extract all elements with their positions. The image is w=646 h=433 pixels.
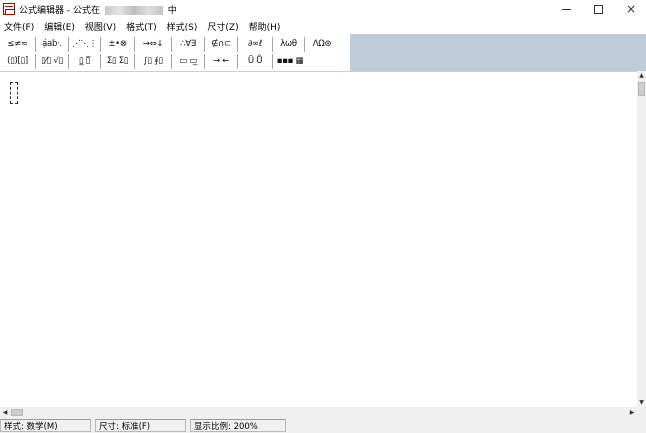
horizontal-scroll-thumb[interactable] — [11, 409, 23, 416]
vertical-scrollbar[interactable]: ▲ ▼ — [637, 71, 646, 407]
close-icon: × — [625, 2, 637, 16]
arrow-symbols-button[interactable]: →⇔↓ — [137, 37, 169, 52]
maximize-button[interactable] — [583, 0, 613, 18]
status-style: 样式: 数学(M) — [0, 419, 91, 432]
toolbar-separator — [204, 36, 205, 52]
status-zoom: 显示比例: 200% — [190, 419, 286, 432]
relational-symbols-button[interactable]: ≤≠≈ — [2, 37, 33, 52]
equation-editing-area[interactable] — [0, 71, 637, 407]
miscellaneous-symbols-button[interactable]: ∂∞ℓ — [240, 37, 270, 52]
status-size: 尺寸: 标准(F) — [95, 419, 186, 432]
toolbar-separator — [100, 53, 101, 69]
toolbar-separator — [272, 36, 273, 52]
fence-templates-button[interactable]: (▯)[▯] — [2, 54, 33, 69]
menu-view[interactable]: 视图(V) — [81, 20, 122, 33]
menu-format[interactable]: 格式(T) — [122, 20, 163, 33]
fraction-radical-templates-button[interactable]: ▯⁄▯ √▯ — [38, 54, 66, 69]
toolbar-separator — [134, 53, 135, 69]
window-title-suffix: 中 — [167, 5, 177, 16]
set-theory-symbols-button[interactable]: ∉∩⊂ — [207, 37, 235, 52]
menu-style[interactable]: 样式(S) — [163, 20, 204, 33]
toolbar-separator — [204, 53, 205, 69]
logical-symbols-button[interactable]: ∴∀∃ — [174, 37, 202, 52]
window-title-prefix: 公式编辑器 - 公式在 — [19, 5, 100, 16]
integral-templates-button[interactable]: ∫▯ ∮▯ — [137, 54, 169, 69]
toolbar-separator — [237, 36, 238, 52]
horizontal-scrollbar[interactable]: ◀ ▶ — [0, 407, 637, 418]
symbol-toolbar: ≤≠≈ ạ̇ab·. ⋰⋱⋮ ±•⊗ →⇔↓ ∴∀∃ ∉∩⊂ ∂∞ℓ λωθ Λ… — [0, 34, 646, 71]
menu-edit[interactable]: 编辑(E) — [40, 20, 81, 33]
products-set-theory-templates-button[interactable]: Ū Ů — [240, 54, 270, 69]
toolbar-separator — [35, 53, 36, 69]
toolbar-separator — [35, 36, 36, 52]
redacted-document-name — [104, 5, 163, 15]
summation-templates-button[interactable]: Σ▯ Σ▯ — [103, 54, 132, 69]
underbar-overbar-templates-button[interactable]: ▭ ▭̲ — [174, 54, 202, 69]
labeled-arrow-templates-button[interactable]: → ← — [207, 54, 235, 69]
symbol-palette-row: ≤≠≈ ạ̇ab·. ⋰⋱⋮ ±•⊗ →⇔↓ ∴∀∃ ∉∩⊂ ∂∞ℓ λωθ Λ… — [2, 36, 337, 52]
toolbar-separator — [68, 53, 69, 69]
subscript-superscript-templates-button[interactable]: ▯̲ ▯̅ — [71, 54, 98, 69]
scroll-down-arrow-icon[interactable]: ▼ — [637, 398, 646, 407]
menu-bar: 文件(F) 编辑(E) 视图(V) 格式(T) 样式(S) 尺寸(Z) 帮助(H… — [0, 18, 646, 34]
maximize-icon — [593, 4, 603, 14]
toolbar-separator — [134, 36, 135, 52]
minimize-icon — [561, 8, 571, 10]
scroll-right-arrow-icon[interactable]: ▶ — [627, 407, 637, 418]
title-bar: 公式编辑器 - 公式在 中 × — [0, 0, 646, 18]
scroll-left-arrow-icon[interactable]: ◀ — [0, 407, 10, 418]
matrix-templates-button[interactable]: ▪▪▪ ▦ — [275, 54, 305, 69]
equation-editor-app-icon — [3, 3, 15, 15]
status-bar: 样式: 数学(M) 尺寸: 标准(F) 显示比例: 200% — [0, 418, 646, 433]
menu-help[interactable]: 帮助(H) — [245, 20, 287, 33]
toolbar-separator — [272, 53, 273, 69]
greek-uppercase-button[interactable]: ΛΩ⊛ — [307, 37, 337, 52]
empty-equation-slot[interactable] — [10, 82, 18, 104]
toolbar-separator — [304, 36, 305, 52]
greek-lowercase-button[interactable]: λωθ — [275, 37, 302, 52]
minimize-button[interactable] — [551, 0, 581, 18]
spaces-ellipses-button[interactable]: ạ̇ab·. — [38, 37, 66, 52]
window-title: 公式编辑器 - 公式在 中 — [19, 3, 177, 16]
operator-symbols-button[interactable]: ±•⊗ — [103, 37, 132, 52]
menu-size[interactable]: 尺寸(Z) — [203, 20, 244, 33]
toolbar-separator — [100, 36, 101, 52]
toolbar-separator — [171, 36, 172, 52]
scrollbar-corner — [637, 407, 646, 418]
toolbar-separator — [68, 36, 69, 52]
toolbar-separator — [171, 53, 172, 69]
embellishments-button[interactable]: ⋰⋱⋮ — [71, 37, 98, 52]
menu-file[interactable]: 文件(F) — [0, 20, 40, 33]
close-button[interactable]: × — [616, 0, 646, 18]
toolbar-separator — [237, 53, 238, 69]
scroll-up-arrow-icon[interactable]: ▲ — [637, 71, 646, 80]
vertical-scroll-thumb[interactable] — [638, 82, 645, 96]
template-palette-row: (▯)[▯] ▯⁄▯ √▯ ▯̲ ▯̅ Σ▯ Σ▯ ∫▯ ∮▯ ▭ ▭̲ → ←… — [2, 53, 305, 69]
toolbar-background — [350, 34, 646, 71]
